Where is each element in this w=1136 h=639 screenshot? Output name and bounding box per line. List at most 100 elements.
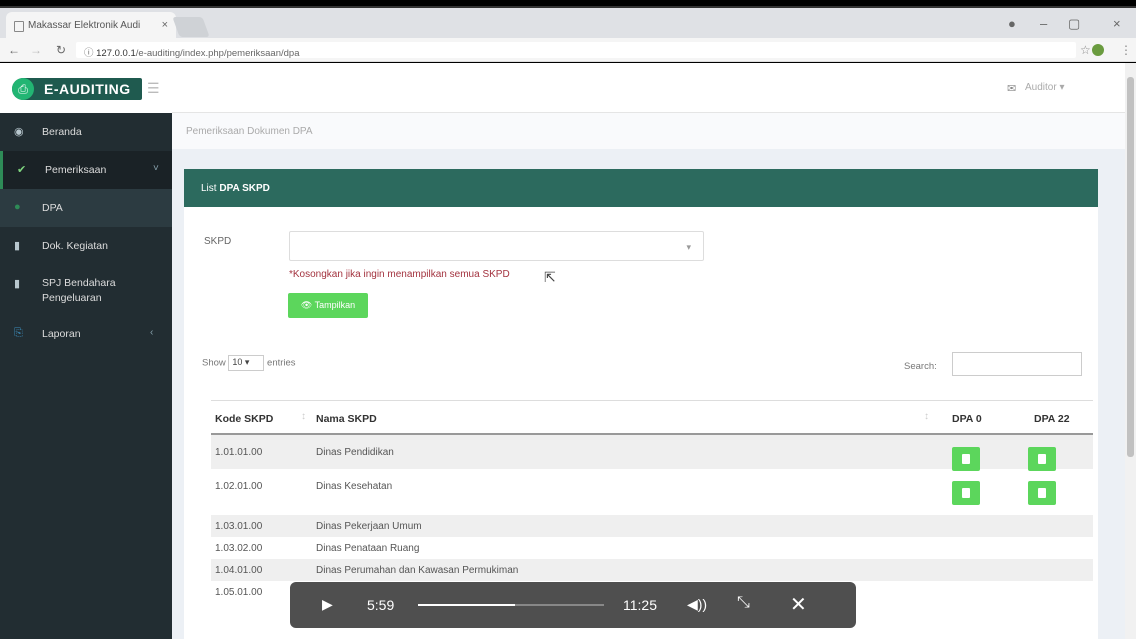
sidebar-item-spj-bendahara[interactable]: ▮ SPJ Bendahara Pengeluaran: [0, 265, 172, 315]
panel-title: DPA SKPD: [219, 183, 270, 194]
seek-bar[interactable]: [418, 604, 604, 606]
report-icon: ⎘: [14, 327, 23, 339]
file-icon: [962, 454, 970, 464]
dpa-22-file-button[interactable]: [1028, 447, 1056, 471]
search-label: Search:: [904, 361, 937, 372]
account-icon[interactable]: ●: [1008, 16, 1016, 31]
sidebar-item-dpa[interactable]: ● DPA: [0, 189, 172, 227]
cell-nama: Dinas Pendidikan: [316, 447, 394, 458]
forward-icon[interactable]: →: [30, 43, 42, 57]
logo-icon: ⎙: [12, 78, 34, 100]
scrollbar-thumb[interactable]: [1127, 77, 1134, 457]
dropdown-arrow-icon: ▾: [686, 242, 691, 252]
url-path: /e-auditing/index.php/pemeriksaan/dpa: [135, 48, 300, 59]
hamburger-menu-icon[interactable]: ☰: [147, 80, 160, 97]
skpd-label: SKPD: [204, 236, 232, 247]
breadcrumb: Pemeriksaan Dokumen DPA: [172, 113, 1125, 149]
entries-value: 10: [232, 357, 243, 367]
video-player-controls: ▶ 5:59 11:25 ◀)) ⤡ ✕: [290, 582, 856, 628]
top-navbar: E-AUDITING ⎙ ☰ ✉ Auditor ▾: [0, 63, 1125, 113]
minimize-icon[interactable]: –: [1040, 16, 1047, 31]
table-header: Kode SKPD ↕ Nama SKPD ↕ DPA 0 DPA 22: [211, 401, 1093, 435]
close-icon[interactable]: ✕: [790, 592, 807, 617]
show-prefix: Show: [202, 357, 226, 369]
url-host: 127.0.0.1: [96, 48, 136, 59]
close-window-icon[interactable]: ×: [1113, 16, 1121, 31]
cell-kode: 1.02.01.00: [215, 481, 263, 492]
sidebar-item-label: Pemeriksaan: [45, 164, 107, 176]
cell-kode: 1.05.01.00: [215, 587, 263, 598]
dpa-table: Kode SKPD ↕ Nama SKPD ↕ DPA 0 DPA 22 1.0…: [211, 400, 1093, 603]
panel-title-prefix: List: [201, 183, 217, 194]
mouse-cursor-icon: ⇱: [544, 269, 556, 285]
mail-icon[interactable]: ✉: [1007, 82, 1016, 95]
page-scrollbar[interactable]: [1125, 63, 1136, 639]
volume-icon[interactable]: ◀)): [687, 596, 707, 613]
dpa-0-file-button[interactable]: [952, 447, 980, 471]
menu-dots-icon[interactable]: ⋮: [1120, 43, 1132, 57]
browser-tab[interactable]: Makassar Elektronik Audi ×: [6, 12, 176, 40]
col-nama-skpd[interactable]: Nama SKPD: [316, 413, 377, 425]
file-icon: [1038, 488, 1046, 498]
dashboard-icon: ◉: [14, 126, 24, 138]
user-menu[interactable]: Auditor ▾: [1025, 82, 1064, 93]
tampilkan-button[interactable]: 👁 Tampilkan: [288, 293, 368, 318]
dpa-22-file-button[interactable]: [1028, 481, 1056, 505]
sidebar-item-label: DPA: [42, 202, 63, 214]
sidebar-item-pemeriksaan[interactable]: ✔ Pemeriksaan ˅: [0, 151, 172, 189]
table-row: 1.02.01.00 Dinas Kesehatan: [211, 469, 1093, 505]
search-input[interactable]: [952, 352, 1082, 376]
exit-fullscreen-icon[interactable]: ⤡: [737, 594, 750, 612]
show-suffix: entries: [267, 357, 296, 369]
sidebar-item-dok-kegiatan[interactable]: ▮ Dok. Kegiatan: [0, 227, 172, 265]
circle-icon: ●: [14, 201, 21, 213]
cell-nama: Dinas Kesehatan: [316, 481, 393, 492]
cell-kode: 1.03.02.00: [215, 543, 263, 554]
sort-icon[interactable]: ↕: [924, 411, 929, 422]
address-bar: ← → ↻ ⓘ 127.0.0.1/e-auditing/index.php/p…: [0, 38, 1136, 62]
skpd-hint: *Kosongkan jika ingin menampilkan semua …: [289, 269, 510, 280]
cell-kode: 1.01.01.00: [215, 447, 263, 458]
table-row: 1.01.01.00 Dinas Pendidikan: [211, 435, 1093, 471]
col-dpa-22: DPA 22: [1034, 413, 1070, 425]
table-row: 1.04.01.00 Dinas Perumahan dan Kawasan P…: [211, 559, 1093, 581]
logo[interactable]: E-AUDITING ⎙ ☰: [0, 63, 172, 113]
app-window: E-AUDITING ⎙ ☰ ✉ Auditor ▾ ◉ Beranda ✔ P…: [0, 63, 1136, 639]
reload-icon[interactable]: ↻: [56, 43, 66, 57]
sidebar: ◉ Beranda ✔ Pemeriksaan ˅ ● DPA ▮ Dok. K…: [0, 113, 172, 639]
cell-kode: 1.04.01.00: [215, 565, 263, 576]
check-icon: ✔: [17, 164, 27, 176]
sidebar-item-laporan[interactable]: ⎘ Laporan ‹: [0, 315, 172, 353]
chevron-left-icon: ‹: [150, 327, 154, 338]
col-dpa-0: DPA 0: [952, 413, 982, 425]
bookmark-star-icon[interactable]: ☆: [1080, 43, 1091, 57]
sidebar-item-label: SPJ Bendahara Pengeluaran: [42, 277, 116, 304]
duration: 11:25: [623, 597, 657, 613]
page-icon: [14, 21, 24, 32]
col-kode-skpd[interactable]: Kode SKPD: [215, 413, 273, 425]
sidebar-item-beranda[interactable]: ◉ Beranda: [0, 113, 172, 151]
tab-close-icon[interactable]: ×: [162, 19, 168, 31]
file-icon: ▮: [14, 240, 21, 252]
dpa-0-file-button[interactable]: [952, 481, 980, 505]
back-icon[interactable]: ←: [8, 43, 20, 57]
url-field[interactable]: ⓘ 127.0.0.1/e-auditing/index.php/pemerik…: [76, 42, 1076, 59]
play-icon[interactable]: ▶: [322, 596, 333, 613]
chevron-down-icon: ˅: [153, 163, 159, 174]
cell-kode: 1.03.01.00: [215, 521, 263, 532]
sort-icon[interactable]: ↕: [301, 411, 306, 422]
file-icon: [1038, 454, 1046, 464]
extension-icon[interactable]: [1092, 44, 1104, 56]
tab-title: Makassar Elektronik Audi: [28, 20, 141, 31]
cell-nama: Dinas Pekerjaan Umum: [316, 521, 422, 532]
seek-bar-progress: [418, 604, 516, 606]
file-icon: [962, 488, 970, 498]
sidebar-item-label: Laporan: [42, 328, 81, 340]
maximize-icon[interactable]: ▢: [1068, 16, 1080, 32]
browser-tab-bar: Makassar Elektronik Audi × ● – ▢ ×: [0, 6, 1136, 40]
entries-select[interactable]: 10 ▾: [228, 355, 265, 371]
new-tab-button[interactable]: [172, 17, 210, 37]
sidebar-item-label: Beranda: [42, 126, 82, 138]
skpd-select[interactable]: ▾: [289, 231, 704, 261]
main-content: Pemeriksaan Dokumen DPA List DPA SKPD SK…: [172, 113, 1125, 639]
